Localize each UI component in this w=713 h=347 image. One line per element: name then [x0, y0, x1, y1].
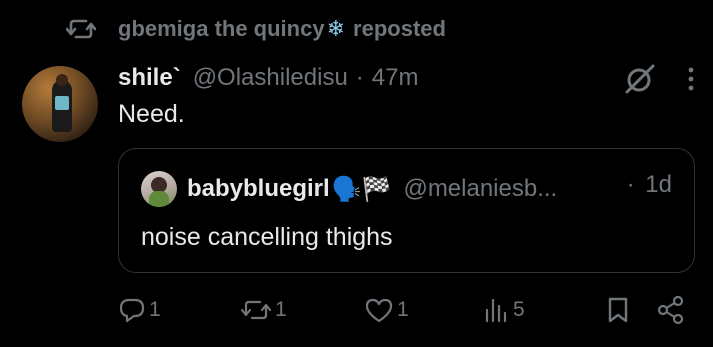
- snowflake-icon: ❄: [326, 16, 346, 41]
- like-button[interactable]: 1: [364, 292, 409, 328]
- tweet-actions: 1 1 1 5: [118, 292, 693, 328]
- repost-banner[interactable]: gbemiga the quincy ❄ reposted: [64, 12, 446, 46]
- reposted-label: reposted: [353, 16, 446, 41]
- like-count: 1: [397, 298, 409, 321]
- header-separator: ·: [355, 64, 364, 91]
- repost-icon: [64, 14, 98, 44]
- reply-count: 1: [149, 298, 161, 321]
- repost-action-icon: [240, 300, 272, 320]
- share-icon: [657, 295, 684, 325]
- quoted-tweet-card[interactable]: babybluegirl 🗣️🏁 @melaniesb... · 1d nois…: [118, 148, 695, 273]
- more-icon[interactable]: [687, 66, 695, 92]
- repost-button[interactable]: 1: [240, 292, 287, 328]
- like-icon: [365, 298, 393, 323]
- views-count: 5: [513, 298, 525, 321]
- quoted-author-avatar: [141, 171, 177, 207]
- quoted-author-handle: @melaniesb...: [403, 175, 558, 202]
- bookmark-button[interactable]: [606, 292, 630, 328]
- tweet-timestamp[interactable]: 47m: [372, 64, 419, 92]
- views-button[interactable]: 5: [482, 292, 525, 328]
- reposter-name[interactable]: gbemiga the quincy: [118, 16, 325, 42]
- header-actions: [623, 62, 695, 96]
- quoted-tweet-header: babybluegirl 🗣️🏁 @melaniesb... · 1d: [141, 171, 672, 207]
- tweet-text: Need.: [118, 100, 185, 128]
- quoted-separator: ·: [626, 171, 635, 198]
- bookmark-icon: [608, 297, 628, 323]
- share-button[interactable]: [656, 292, 686, 328]
- repost-count: 1: [275, 298, 287, 321]
- reply-icon: [119, 298, 145, 323]
- quoted-tweet-timestamp: 1d: [645, 171, 672, 198]
- quoted-tweet-text: noise cancelling thighs: [141, 223, 393, 251]
- reply-button[interactable]: 1: [118, 292, 161, 328]
- quoted-author-name: babybluegirl: [187, 175, 330, 202]
- author-handle[interactable]: @Olashiledisu: [193, 64, 348, 92]
- quoted-author-emoji: 🗣️🏁: [331, 175, 392, 203]
- author-name[interactable]: shile`: [118, 64, 181, 92]
- grok-icon[interactable]: [623, 62, 657, 96]
- author-avatar[interactable]: [22, 66, 98, 142]
- views-icon: [485, 298, 507, 323]
- tweet-header: shile` @Olashiledisu · 47m: [118, 60, 418, 96]
- quoted-tweet-time-wrap: · 1d: [627, 171, 672, 199]
